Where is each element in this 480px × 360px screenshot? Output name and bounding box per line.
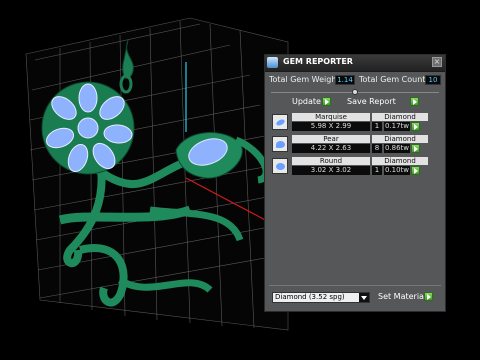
gem-material: Diamond [372,113,428,121]
gem-select-button[interactable] [411,166,420,175]
close-icon[interactable]: × [432,57,442,67]
material-select[interactable]: Diamond (3.52 spg) [272,292,370,303]
set-material-button-label[interactable]: Set Material [378,292,426,301]
gem-count: 8 [372,144,382,153]
gem-weight: 0.17tw [384,122,410,131]
app-logo-icon [267,57,278,68]
gem-reporter-panel: GEM REPORTER × Total Gem Weight 1.14 Tot… [264,54,446,312]
gem-shape: Marquise [292,113,370,121]
gem-count: 1 [372,166,382,175]
gem-weight: 0.10tw [384,166,410,175]
chevron-down-icon[interactable] [359,293,369,302]
total-weight-label: Total Gem Weight [269,75,340,84]
gem-shape: Pear [292,135,370,143]
save-report-button-label[interactable]: Save Report [347,97,396,106]
total-count-label: Total Gem Count [359,75,426,84]
panel-title: GEM REPORTER [283,57,353,66]
gem-size: 3.02 X 3.02 [292,166,370,175]
gem-material: Diamond [372,135,428,143]
total-count-value: 10 [425,75,441,85]
gem-row[interactable]: Marquise 5.98 X 2.99 Diamond 1 0.17tw [270,113,440,132]
gem-row[interactable]: Pear 4.22 X 2.63 Diamond 8 0.86tw [270,135,440,154]
gem-size: 4.22 X 2.63 [292,144,370,153]
update-button[interactable] [322,97,331,106]
gem-size: 5.98 X 2.99 [292,122,370,131]
gem-select-button[interactable] [411,122,420,131]
panel-divider [269,285,441,286]
update-button-label[interactable]: Update [292,97,321,106]
gem-material: Diamond [372,157,428,165]
marquise-gem-icon [272,114,288,130]
material-select-value: Diamond (3.52 spg) [275,293,345,301]
set-material-button[interactable] [424,292,433,301]
gem-shape: Round [292,157,370,165]
round-gem-icon [272,158,288,174]
slider-knob-icon[interactable] [352,89,358,95]
gem-row[interactable]: Round 3.02 X 3.02 Diamond 1 0.10tw [270,157,440,176]
pear-gem-icon [272,136,288,152]
total-weight-value: 1.14 [335,75,355,85]
save-report-button[interactable] [410,97,419,106]
gem-weight: 0.86tw [384,144,410,153]
gem-count: 1 [372,122,382,131]
panel-titlebar[interactable]: GEM REPORTER × [265,55,445,72]
gem-select-button[interactable] [411,144,420,153]
